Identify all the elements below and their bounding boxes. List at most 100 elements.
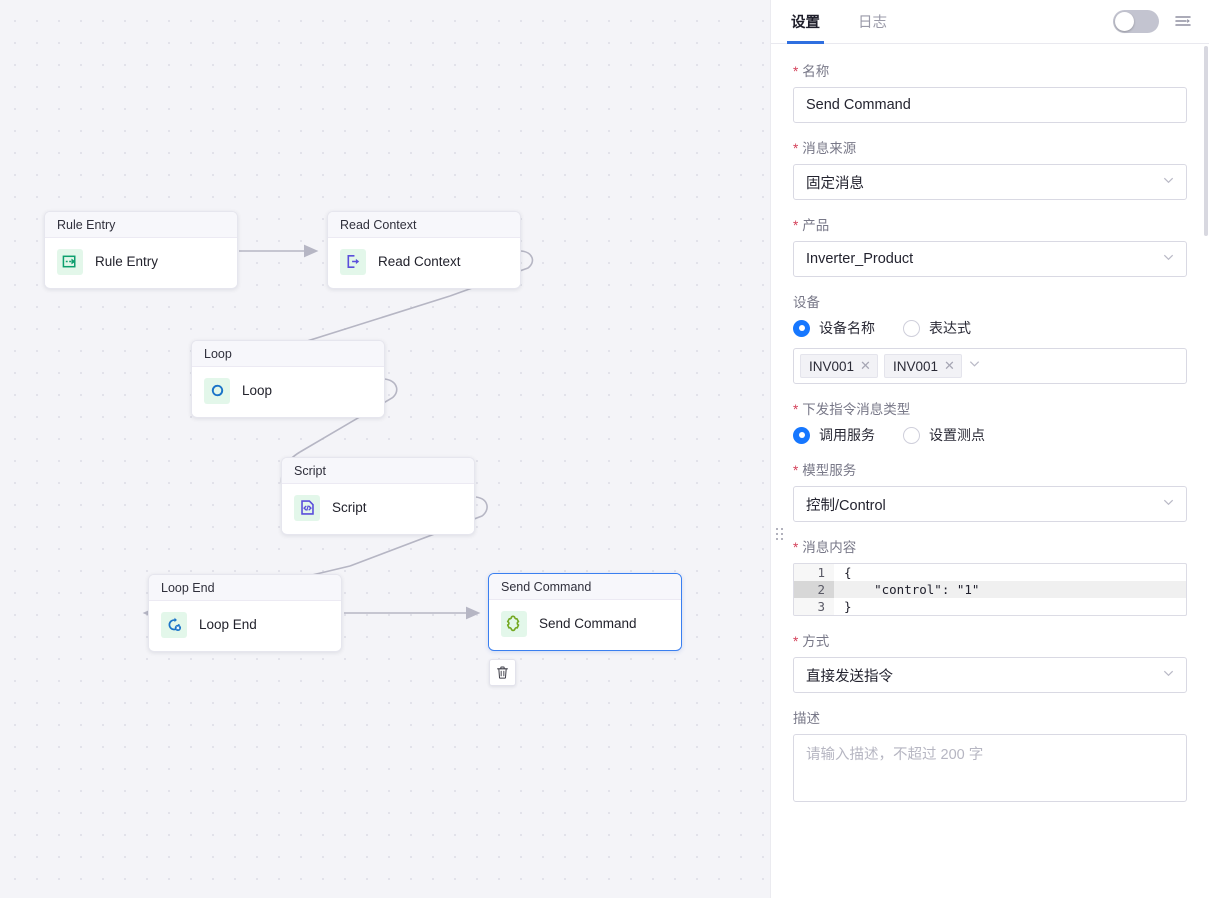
device-mode-radio-group: 设备名称 表达式 <box>793 318 1187 338</box>
chevron-down-icon <box>1162 174 1175 191</box>
label-text: 描述 <box>793 711 820 726</box>
name-input[interactable]: Send Command <box>793 87 1187 123</box>
device-tag[interactable]: INV001 ✕ <box>800 354 878 378</box>
delete-node-button[interactable] <box>489 659 516 686</box>
device-tag-label: INV001 <box>809 358 855 374</box>
code-line: 2 "control": "1" <box>794 581 1186 598</box>
radio-label: 表达式 <box>929 320 971 336</box>
product-select[interactable]: Inverter_Product <box>793 241 1187 277</box>
field-product: * 产品 Inverter_Product <box>793 214 1187 277</box>
node-label: Read Context <box>378 254 461 269</box>
label-text: 消息内容 <box>802 540 857 555</box>
description-textarea[interactable]: 请输入描述，不超过 200 字 <box>793 734 1187 802</box>
drag-handle[interactable] <box>776 528 784 541</box>
node-label: Script <box>332 500 367 515</box>
field-model-service: * 模型服务 控制/Control <box>793 459 1187 522</box>
node-title: Loop <box>192 341 384 367</box>
read-context-icon <box>340 248 366 275</box>
radio-label: 设备名称 <box>819 320 875 336</box>
chevron-down-icon <box>1162 667 1175 684</box>
node-body: Read Context <box>328 238 520 285</box>
flow-node-rule-entry[interactable]: Rule Entry Rule Entry <box>44 211 238 289</box>
panel-tabbar: 设置 日志 <box>771 0 1209 44</box>
radio-set-point[interactable]: 设置测点 <box>903 425 985 445</box>
required-marker: * <box>793 540 799 555</box>
line-text: { <box>844 565 852 580</box>
radio-expression[interactable]: 表达式 <box>903 318 971 338</box>
required-marker: * <box>793 141 799 156</box>
remove-tag-icon[interactable]: ✕ <box>860 358 871 374</box>
tab-settings[interactable]: 设置 <box>787 0 824 44</box>
send-command-icon <box>501 610 527 637</box>
node-body: Loop <box>192 367 384 414</box>
rule-entry-icon <box>57 248 83 275</box>
node-title: Read Context <box>328 212 520 238</box>
flow-node-read-context[interactable]: Read Context Read Context <box>327 211 521 289</box>
line-number: 1 <box>794 564 834 581</box>
collapse-panel-icon[interactable] <box>1173 12 1193 32</box>
chevron-down-icon <box>968 357 981 375</box>
radio-dot <box>793 426 810 444</box>
command-type-radio-group: 调用服务 设置测点 <box>793 425 1187 445</box>
chevron-down-icon <box>1162 496 1175 513</box>
panel-actions <box>1113 10 1193 33</box>
script-icon <box>294 494 320 521</box>
node-title: Loop End <box>149 575 341 601</box>
field-name: * 名称 Send Command <box>793 60 1187 123</box>
field-command-type-label: * 下发指令消息类型 <box>793 398 1187 418</box>
field-method: * 方式 直接发送指令 <box>793 630 1187 693</box>
flow-node-script[interactable]: Script Script <box>281 457 475 535</box>
enable-toggle[interactable] <box>1113 10 1159 33</box>
flow-node-loop[interactable]: Loop Loop <box>191 340 385 418</box>
app-root: Rule Entry Rule Entry Read Context Read … <box>0 0 1209 898</box>
label-text: 方式 <box>802 634 830 649</box>
device-tag[interactable]: INV001 ✕ <box>883 354 962 378</box>
node-body: Loop End <box>149 601 341 648</box>
model-service-select[interactable]: 控制/Control <box>793 486 1187 522</box>
field-command-type: * 下发指令消息类型 调用服务 设置测点 <box>793 398 1187 445</box>
required-marker: * <box>793 64 799 79</box>
flow-canvas[interactable]: Rule Entry Rule Entry Read Context Read … <box>0 0 770 898</box>
required-marker: * <box>793 402 799 417</box>
flow-node-loop-end[interactable]: Loop End Loop End <box>148 574 342 652</box>
message-source-value: 固定消息 <box>806 175 864 192</box>
method-select[interactable]: 直接发送指令 <box>793 657 1187 693</box>
node-body: Script <box>282 484 474 531</box>
device-tag-label: INV001 <box>892 358 938 374</box>
radio-label: 设置测点 <box>929 427 985 443</box>
radio-invoke-service[interactable]: 调用服务 <box>793 425 875 445</box>
node-body: Send Command <box>489 600 681 647</box>
name-input-value: Send Command <box>806 97 911 113</box>
message-source-select[interactable]: 固定消息 <box>793 164 1187 200</box>
field-device: 设备 设备名称 表达式 INV001 ✕ INV001 ✕ <box>793 291 1187 384</box>
radio-dot <box>903 319 920 337</box>
method-value: 直接发送指令 <box>806 668 893 685</box>
tab-logs[interactable]: 日志 <box>854 0 891 44</box>
remove-tag-icon[interactable]: ✕ <box>944 358 955 374</box>
flow-node-send-command[interactable]: Send Command Send Command <box>488 573 682 651</box>
node-label: Loop <box>242 383 273 398</box>
radio-device-name[interactable]: 设备名称 <box>793 318 875 338</box>
loop-icon <box>204 377 230 404</box>
field-message-source: * 消息来源 固定消息 <box>793 137 1187 200</box>
label-text: 下发指令消息类型 <box>802 402 911 417</box>
line-number: 2 <box>794 581 834 598</box>
node-title: Rule Entry <box>45 212 237 238</box>
message-content-editor[interactable]: 1 { 2 "control": "1" 3 } <box>793 563 1187 616</box>
field-message-content-label: * 消息内容 <box>793 536 1187 556</box>
label-text: 消息来源 <box>802 141 857 156</box>
required-marker: * <box>793 218 799 233</box>
radio-dot <box>793 319 810 337</box>
device-multiselect[interactable]: INV001 ✕ INV001 ✕ <box>793 348 1187 384</box>
node-body: Rule Entry <box>45 238 237 285</box>
radio-dot <box>903 426 920 444</box>
code-line: 1 { <box>794 564 1186 581</box>
required-marker: * <box>793 463 799 478</box>
node-label: Rule Entry <box>95 254 159 269</box>
line-text: } <box>844 599 852 614</box>
chevron-down-icon <box>1162 251 1175 268</box>
field-product-label: * 产品 <box>793 214 1187 234</box>
label-text: 名称 <box>802 64 830 79</box>
toggle-knob <box>1115 12 1134 31</box>
node-label: Loop End <box>199 617 257 632</box>
